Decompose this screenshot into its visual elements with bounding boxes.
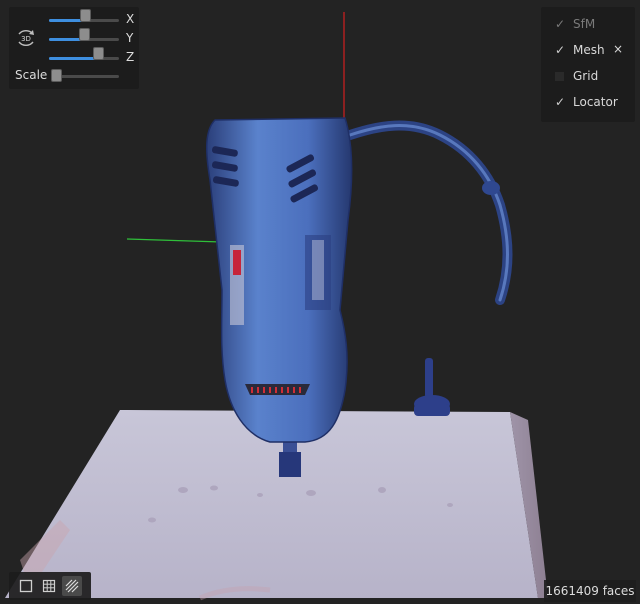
scale-label: Scale	[15, 68, 48, 82]
x-slider-handle[interactable]	[80, 9, 92, 22]
wireframe-mode-button[interactable]	[39, 576, 59, 596]
y-slider-handle[interactable]	[79, 28, 90, 41]
svg-text:3D: 3D	[21, 35, 31, 43]
scale-slider-track[interactable]	[53, 75, 119, 78]
face-count-label: 1661409 faces	[544, 580, 636, 602]
check-icon: ✓	[554, 43, 566, 57]
layer-item-grid[interactable]: Grid	[541, 64, 635, 90]
close-icon[interactable]: ×	[613, 42, 623, 56]
y-axis-label: Y	[126, 31, 134, 45]
z-slider-handle[interactable]	[93, 47, 104, 60]
layer-label-sfm: SfM	[573, 17, 596, 31]
y-rotation-slider[interactable]: Y	[49, 28, 144, 46]
x-axis-label: X	[126, 12, 135, 26]
layer-label-locator: Locator	[573, 95, 618, 109]
grid-icon	[42, 579, 56, 593]
z-slider-fill	[49, 57, 98, 60]
rotate-3d-icon[interactable]: 3D	[15, 27, 37, 49]
scale-slider-handle[interactable]	[51, 69, 62, 82]
layer-label-mesh: Mesh	[573, 43, 605, 57]
square-icon	[19, 579, 33, 593]
layer-item-locator[interactable]: ✓ Locator	[541, 90, 635, 116]
layer-item-mesh[interactable]: ✓ Mesh ×	[541, 38, 635, 64]
layer-label-grid: Grid	[573, 69, 599, 83]
z-axis-label: Z	[126, 50, 135, 64]
z-rotation-slider[interactable]: Z	[49, 47, 144, 65]
view-mode-toolbar	[9, 572, 91, 600]
check-icon: ✓	[554, 17, 566, 31]
layer-panel: ✓ SfM ✓ Mesh × Grid ✓ Locator	[541, 7, 635, 122]
transform-panel: 3D X Y Z Scale	[9, 7, 139, 89]
layer-item-sfm[interactable]: ✓ SfM	[541, 12, 635, 38]
hatch-icon	[65, 579, 79, 593]
x-rotation-slider[interactable]: X	[49, 9, 144, 27]
x-axis-line	[126, 238, 223, 243]
unchecked-box-icon	[555, 72, 564, 81]
solid-mode-button[interactable]	[16, 576, 36, 596]
textured-mode-button[interactable]	[62, 576, 82, 596]
small-figure	[414, 358, 450, 416]
check-icon: ✓	[554, 95, 566, 109]
